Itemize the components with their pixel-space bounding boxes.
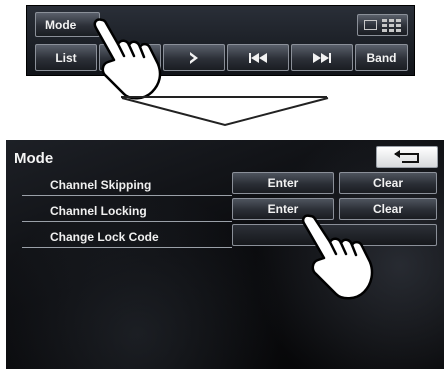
channel-skipping-enter-button[interactable]: Enter <box>232 172 334 194</box>
return-arrow-icon <box>394 150 419 163</box>
pointing-hand-icon <box>301 214 374 300</box>
skip-forward-icon <box>313 52 331 63</box>
page-title: Mode <box>14 150 54 167</box>
band-button[interactable]: Band <box>355 44 408 71</box>
row-label-channel-locking: Channel Locking <box>22 200 232 222</box>
channel-skipping-clear-button[interactable]: Clear <box>339 172 437 194</box>
row-label-channel-skipping: Channel Skipping <box>22 174 232 196</box>
back-button[interactable] <box>376 146 438 168</box>
control-panel: Mode List Band <box>26 5 415 76</box>
pointing-hand-icon <box>93 18 162 100</box>
grid-icon <box>382 18 401 32</box>
row-label-change-lock-code: Change Lock Code <box>22 226 232 248</box>
screen-icon <box>364 20 377 30</box>
down-arrow-icon <box>121 97 329 127</box>
skip-back-button[interactable] <box>227 44 289 71</box>
skip-forward-button[interactable] <box>291 44 353 71</box>
chevron-right-icon <box>190 51 198 64</box>
display-grid-button[interactable] <box>357 14 408 36</box>
next-button[interactable] <box>163 44 225 71</box>
skip-back-icon <box>249 52 267 63</box>
